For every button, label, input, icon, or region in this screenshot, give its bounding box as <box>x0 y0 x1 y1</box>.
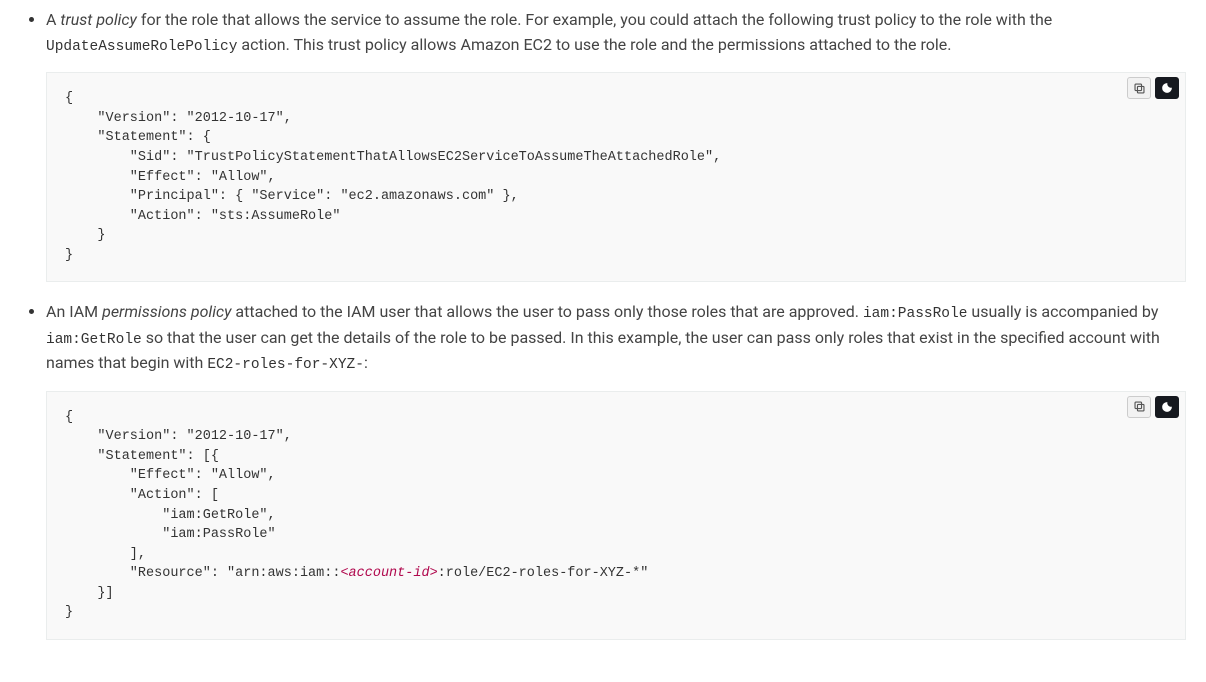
bullet1-emphasis: trust policy <box>60 10 137 29</box>
document-page: A trust policy for the role that allows … <box>0 0 1206 682</box>
bullet2-code1: iam:PassRole <box>863 306 967 322</box>
code-content-permissions-policy: { "Version": "2012-10-17", "Statement": … <box>47 392 1185 639</box>
code-content-trust-policy: { "Version": "2012-10-17", "Statement": … <box>47 73 1185 281</box>
bullet2-segment1: An IAM <box>46 302 102 321</box>
dark-mode-icon <box>1161 82 1173 94</box>
bullet2-segment3: usually is accompanied by <box>967 302 1158 321</box>
bullet1-prefix: A <box>46 10 60 29</box>
copy-icon <box>1133 400 1146 413</box>
code-block-trust-policy: { "Version": "2012-10-17", "Statement": … <box>46 72 1186 282</box>
bullet2-emphasis: permissions policy <box>102 302 231 321</box>
bullet2-text: An IAM permissions policy attached to th… <box>46 302 1160 372</box>
bullet1-segment2: action. This trust policy allows Amazon … <box>237 35 951 54</box>
dark-mode-button[interactable] <box>1155 77 1179 99</box>
code-block-permissions-policy: { "Version": "2012-10-17", "Statement": … <box>46 391 1186 640</box>
copy-icon <box>1133 82 1146 95</box>
bullet2-code3: EC2-roles-for-XYZ- <box>207 357 364 373</box>
bullet2-code2: iam:GetRole <box>46 332 142 348</box>
dark-mode-icon <box>1161 401 1173 413</box>
list-item-trust-policy: A trust policy for the role that allows … <box>46 8 1186 282</box>
instruction-list: A trust policy for the role that allows … <box>20 8 1186 640</box>
bullet2-segment5: : <box>364 353 368 372</box>
bullet1-code1: UpdateAssumeRolePolicy <box>46 39 237 55</box>
code-toolbar <box>1127 77 1179 99</box>
code2-pre: { "Version": "2012-10-17", "Statement": … <box>65 410 340 582</box>
code-toolbar <box>1127 396 1179 418</box>
copy-button[interactable] <box>1127 77 1151 99</box>
bullet1-text: A trust policy for the role that allows … <box>46 10 1052 54</box>
bullet1-segment1: for the role that allows the service to … <box>137 10 1052 29</box>
bullet2-segment2: attached to the IAM user that allows the… <box>231 302 863 321</box>
copy-button[interactable] <box>1127 396 1151 418</box>
code2-replaceable: <account-id> <box>340 566 437 581</box>
dark-mode-button[interactable] <box>1155 396 1179 418</box>
list-item-permissions-policy: An IAM permissions policy attached to th… <box>46 300 1186 640</box>
